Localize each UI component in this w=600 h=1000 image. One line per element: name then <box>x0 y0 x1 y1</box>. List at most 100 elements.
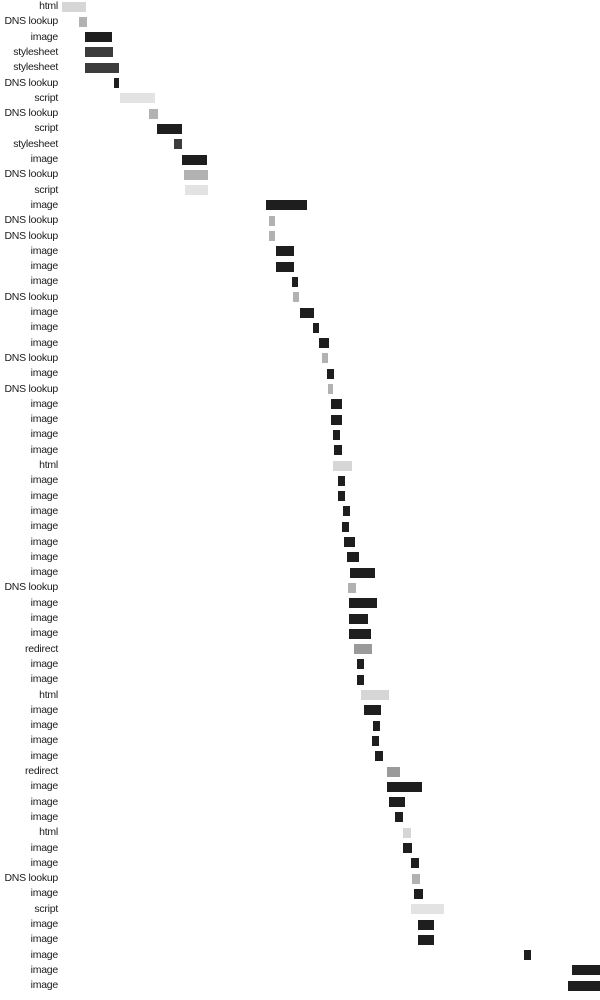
resource-type-label: image <box>30 535 59 548</box>
waterfall-row: image <box>0 321 600 336</box>
waterfall-row: image <box>0 566 600 581</box>
resource-type-label: redirect <box>24 765 58 777</box>
waterfall-row: image <box>0 474 600 489</box>
timing-bar <box>348 582 356 593</box>
timing-bar <box>347 552 359 563</box>
timing-bar <box>319 338 329 349</box>
waterfall-row: image <box>0 612 600 627</box>
timing-bar <box>411 858 419 869</box>
resource-type-label: image <box>30 734 59 747</box>
timing-bar <box>266 200 307 211</box>
resource-type-label: html <box>39 826 58 839</box>
waterfall-row: DNS lookup <box>0 383 600 398</box>
resource-type-label: image <box>30 948 59 961</box>
waterfall-row: stylesheet <box>0 46 600 61</box>
timing-bar <box>387 781 422 792</box>
timing-bar <box>292 276 298 287</box>
waterfall-row: script <box>0 122 600 137</box>
resource-type-label: script <box>34 183 58 196</box>
waterfall-row: html <box>0 826 600 841</box>
resource-type-label: image <box>30 979 59 992</box>
waterfall-row: image <box>0 673 600 688</box>
timing-bar <box>403 843 412 853</box>
timing-bar <box>313 322 319 333</box>
waterfall-row: DNS lookup <box>0 15 600 30</box>
resource-type-label: DNS lookup <box>4 15 58 28</box>
resource-type-label: image <box>30 275 59 288</box>
waterfall-row: image <box>0 964 600 979</box>
resource-type-label: script <box>34 122 58 135</box>
waterfall-row: DNS lookup <box>0 581 600 596</box>
waterfall-row: image <box>0 31 600 46</box>
timing-bar <box>300 307 314 318</box>
waterfall-row: image <box>0 780 600 795</box>
resource-type-label: DNS lookup <box>4 581 58 594</box>
resource-type-label: image <box>30 841 59 854</box>
waterfall-row: image <box>0 413 600 428</box>
timing-bar <box>373 720 380 731</box>
waterfall-row: html <box>0 459 600 474</box>
resource-type-label: image <box>30 504 59 517</box>
waterfall-row: image <box>0 520 600 535</box>
timing-bar <box>414 888 423 899</box>
waterfall-row: image <box>0 505 600 520</box>
waterfall-row: image <box>0 398 600 413</box>
timing-bar <box>418 919 434 930</box>
waterfall-row: image <box>0 490 600 505</box>
waterfall-row: script <box>0 184 600 199</box>
waterfall-row: image <box>0 949 600 964</box>
resource-type-label: image <box>30 596 59 609</box>
resource-type-label: script <box>34 902 58 915</box>
waterfall-row: image <box>0 627 600 642</box>
timing-bar <box>174 139 182 150</box>
waterfall-row: image <box>0 796 600 811</box>
resource-type-label: DNS lookup <box>4 290 58 303</box>
resource-type-label: image <box>30 918 59 930</box>
resource-type-label: html <box>39 0 58 12</box>
waterfall-row: html <box>0 0 600 15</box>
timing-bar <box>331 399 342 410</box>
timing-bar <box>349 598 377 609</box>
resource-type-label: image <box>30 474 59 487</box>
timing-bar <box>572 965 600 976</box>
resource-type-label: image <box>30 933 59 946</box>
resource-type-label: DNS lookup <box>4 351 58 364</box>
timing-bar <box>333 429 340 440</box>
waterfall-row: stylesheet <box>0 138 600 153</box>
timing-bar <box>269 231 275 241</box>
resource-type-label: image <box>30 428 59 441</box>
resource-type-label: image <box>30 244 59 257</box>
resource-type-label: html <box>39 459 58 471</box>
resource-type-label: image <box>30 489 59 502</box>
timing-bar <box>350 567 375 578</box>
timing-bar <box>293 292 299 303</box>
timing-bar <box>331 414 342 425</box>
waterfall-row: html <box>0 689 600 704</box>
resource-type-label: image <box>30 856 59 869</box>
resource-type-label: image <box>30 795 59 808</box>
timing-bar <box>403 827 411 838</box>
waterfall-row: DNS lookup <box>0 168 600 183</box>
waterfall-row: DNS lookup <box>0 872 600 887</box>
resource-type-label: image <box>30 367 59 380</box>
resource-type-label: image <box>30 413 59 426</box>
resource-type-label: image <box>30 627 59 640</box>
timing-bar <box>334 445 342 456</box>
timing-bar <box>62 1 86 12</box>
timing-bar <box>344 537 355 547</box>
waterfall-row: image <box>0 933 600 948</box>
timing-bar <box>411 904 444 915</box>
resource-type-label: image <box>30 780 59 793</box>
timing-bar <box>185 185 208 196</box>
timing-bar <box>354 644 372 655</box>
waterfall-row: image <box>0 260 600 275</box>
waterfall-row: DNS lookup <box>0 230 600 245</box>
resource-type-label: image <box>30 703 59 716</box>
waterfall-row: image <box>0 275 600 290</box>
resource-type-label: stylesheet <box>13 45 58 58</box>
resource-type-label: stylesheet <box>13 137 58 150</box>
resource-type-label: image <box>30 550 59 563</box>
resource-type-label: image <box>30 673 59 686</box>
timing-bar <box>184 169 208 180</box>
waterfall-row: image <box>0 199 600 214</box>
